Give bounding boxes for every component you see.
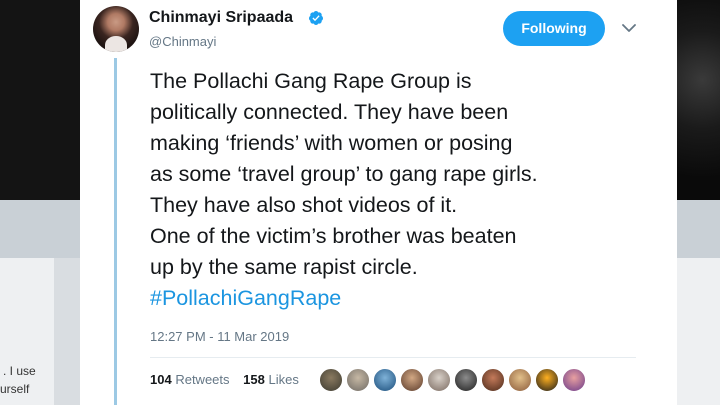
thread-line (114, 58, 117, 405)
tweet-text: The Pollachi Gang Rape Group is politica… (150, 66, 670, 314)
liker-avatar[interactable] (319, 368, 343, 392)
retweets-count: 104 (150, 372, 172, 387)
liker-avatar[interactable] (373, 368, 397, 392)
liker-avatar[interactable] (427, 368, 451, 392)
liker-avatar[interactable] (562, 368, 586, 392)
likes-stat[interactable]: 158 Likes (243, 372, 299, 387)
tweet-text-line: They have also shot videos of it. (150, 193, 458, 217)
tweet-text-line: politically connected. They have been (150, 100, 509, 124)
verified-badge-icon (308, 11, 323, 25)
liker-avatar[interactable] (481, 368, 505, 392)
tweet-text-line: as some ‘travel group’ to gang rape girl… (150, 162, 538, 186)
tweet-timestamp[interactable]: 12:27 PM - 11 Mar 2019 (150, 329, 289, 344)
liker-avatars (319, 368, 589, 392)
likes-count: 158 (243, 372, 265, 387)
tweet-text-line: up by the same rapist circle. (150, 255, 418, 279)
background-text-1: . I use (3, 364, 36, 378)
liker-avatar[interactable] (400, 368, 424, 392)
liker-avatar[interactable] (508, 368, 532, 392)
tweet-card: Chinmayi Sripaada @Chinmayi Following Th… (80, 0, 677, 405)
hashtag-link[interactable]: #PollachiGangRape (150, 283, 670, 314)
liker-avatar[interactable] (346, 368, 370, 392)
tweet-stats: 104 Retweets 158 Likes (150, 372, 299, 387)
divider (150, 357, 636, 358)
avatar[interactable] (93, 6, 139, 52)
liker-avatar[interactable] (535, 368, 559, 392)
tweet-text-line: One of the victim’s brother was beaten (150, 224, 517, 248)
tweet-text-line: making ‘friends’ with women or posing (150, 131, 513, 155)
background-card-right (676, 258, 720, 405)
background-photo (676, 0, 720, 200)
following-button[interactable]: Following (503, 11, 605, 46)
author-name[interactable]: Chinmayi Sripaada (149, 9, 293, 27)
tweet-text-line: The Pollachi Gang Rape Group is (150, 69, 472, 93)
retweets-stat[interactable]: 104 Retweets (150, 372, 230, 387)
retweets-label: Retweets (175, 372, 230, 387)
liker-avatar[interactable] (454, 368, 478, 392)
background-text-2: urself (0, 382, 30, 396)
author-handle[interactable]: @Chinmayi (149, 34, 216, 49)
likes-label: Likes (268, 372, 299, 387)
chevron-down-icon[interactable] (621, 20, 637, 36)
